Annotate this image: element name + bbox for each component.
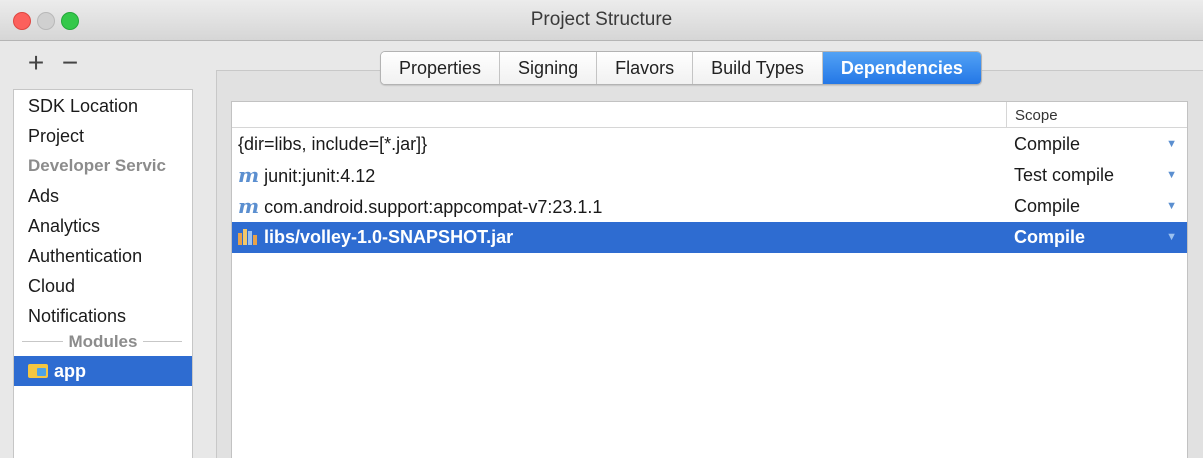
sidebar: SDK Location Project Developer Servic Ad… xyxy=(13,89,193,458)
remove-button[interactable]: − xyxy=(58,49,82,77)
tab-build-types[interactable]: Build Types xyxy=(693,52,823,84)
scope-value[interactable]: Compile xyxy=(1014,191,1080,222)
dependency-name: com.android.support:appcompat-v7:23.1.1 xyxy=(264,197,603,217)
table-header: Scope xyxy=(232,102,1187,128)
module-label: app xyxy=(54,361,87,381)
add-button[interactable]: + xyxy=(24,49,48,77)
modules-divider: Modules xyxy=(14,327,192,357)
scope-dropdown-icon[interactable]: ▼ xyxy=(1166,160,1177,191)
table-row[interactable]: {dir=libs, include=[*.jar]} Compile ▼ xyxy=(232,129,1187,160)
scope-value[interactable]: Test compile xyxy=(1014,160,1114,191)
sidebar-item-project[interactable]: Project xyxy=(14,121,192,151)
scope-value[interactable]: Compile xyxy=(1014,129,1080,160)
title-bar: Project Structure xyxy=(0,0,1203,41)
dependencies-table: Scope {dir=libs, include=[*.jar]} Compil… xyxy=(231,101,1188,458)
maven-icon: m xyxy=(238,194,260,218)
tab-flavors[interactable]: Flavors xyxy=(597,52,694,84)
sidebar-item-analytics[interactable]: Analytics xyxy=(14,211,192,241)
module-folder-icon xyxy=(28,364,48,378)
sidebar-item-cloud[interactable]: Cloud xyxy=(14,271,192,301)
tab-properties[interactable]: Properties xyxy=(381,52,501,84)
tab-dependencies[interactable]: Dependencies xyxy=(822,52,981,84)
window-title: Project Structure xyxy=(530,9,673,30)
scope-dropdown-icon[interactable]: ▼ xyxy=(1166,191,1177,222)
sidebar-header-developer-services: Developer Servic xyxy=(28,156,166,175)
dependency-name: libs/volley-1.0-SNAPSHOT.jar xyxy=(264,227,514,247)
modules-label: Modules xyxy=(62,332,144,351)
jar-library-icon xyxy=(238,229,258,245)
sidebar-item-ads[interactable]: Ads xyxy=(14,181,192,211)
dependency-name: {dir=libs, include=[*.jar]} xyxy=(238,134,428,154)
scope-value[interactable]: Compile xyxy=(1014,222,1085,253)
dependency-name: junit:junit:4.12 xyxy=(264,166,376,186)
scope-dropdown-icon[interactable]: ▼ xyxy=(1166,222,1177,253)
table-row[interactable]: m com.android.support:appcompat-v7:23.1.1… xyxy=(232,191,1187,222)
tab-signing[interactable]: Signing xyxy=(500,52,598,84)
sidebar-item-sdk-location[interactable]: SDK Location xyxy=(14,91,192,121)
maven-icon: m xyxy=(238,163,260,187)
sidebar-toolbar: + − xyxy=(0,41,200,89)
tab-bar: Properties Signing Flavors Build Types D… xyxy=(380,51,982,85)
sidebar-item-module-app[interactable]: app xyxy=(14,356,192,386)
scope-column-header[interactable]: Scope xyxy=(1006,102,1186,127)
table-row-selected[interactable]: libs/volley-1.0-SNAPSHOT.jar Compile ▼ xyxy=(232,222,1187,253)
sidebar-item-authentication[interactable]: Authentication xyxy=(14,241,192,271)
scope-dropdown-icon[interactable]: ▼ xyxy=(1166,129,1177,160)
table-row[interactable]: m junit:junit:4.12 Test compile ▼ xyxy=(232,160,1187,191)
